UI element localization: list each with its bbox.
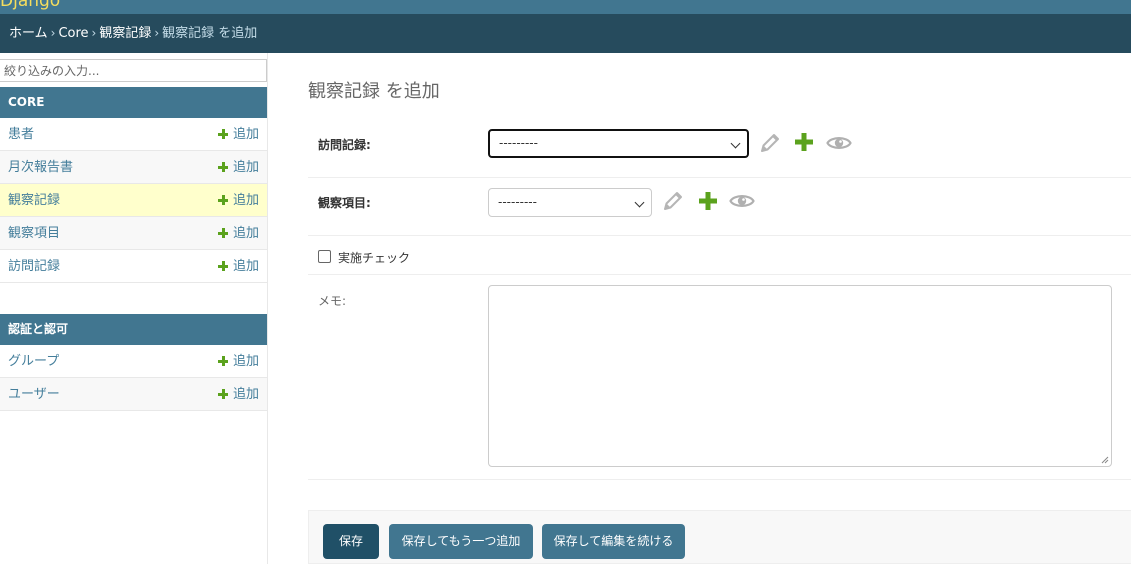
add-link[interactable]: 追加: [217, 184, 259, 217]
nav-filter-input[interactable]: [0, 59, 267, 82]
eye-icon[interactable]: [826, 131, 852, 155]
observation-item-select[interactable]: ---------: [488, 188, 652, 217]
add-link-label: 追加: [232, 160, 259, 175]
model-link[interactable]: グループ: [8, 345, 59, 378]
model-link[interactable]: ユーザー: [8, 378, 60, 411]
plus-icon: [217, 260, 228, 271]
plus-icon: [217, 227, 228, 238]
form-row-visit-record: 訪問記録: ---------: [308, 119, 1131, 178]
breadcrumb-separator: ›: [91, 26, 97, 40]
add-link-label: 追加: [232, 387, 259, 402]
breadcrumb-current: 観察記録 を追加: [162, 26, 258, 41]
chevron-down-icon: [634, 197, 645, 208]
sidebar-item-patient: 患者 追加: [0, 118, 267, 151]
breadcrumb-separator: ›: [154, 26, 160, 40]
add-link-label: 追加: [232, 259, 259, 274]
visit-record-select[interactable]: ---------: [488, 129, 749, 158]
save-and-add-another-button[interactable]: 保存してもう一つ追加: [389, 524, 533, 559]
add-link-label: 追加: [232, 226, 259, 241]
add-link[interactable]: 追加: [217, 345, 259, 378]
module-caption-auth[interactable]: 認証と認可: [0, 314, 267, 345]
model-link[interactable]: 患者: [8, 118, 34, 151]
form-row-implemented: 実施チェック: [308, 236, 1131, 275]
module-caption-core[interactable]: CORE: [0, 87, 267, 118]
memo-textarea[interactable]: [488, 285, 1112, 467]
plus-icon: [217, 388, 228, 399]
page-title: 観察記録 を追加: [308, 81, 440, 102]
memo-label: メモ:: [318, 294, 347, 308]
observation-item-selected-value: ---------: [498, 195, 537, 209]
save-button[interactable]: 保存: [323, 524, 379, 559]
sidebar-item-observation-item: 観察項目 追加: [0, 217, 267, 250]
breadcrumb: ホーム › Core › 観察記録 › 観察記録 を追加: [0, 14, 1131, 53]
save-and-continue-button[interactable]: 保存して編集を続ける: [542, 524, 685, 559]
plus-icon[interactable]: [696, 189, 720, 213]
observation-item-label: 観察項目:: [318, 196, 371, 210]
implemented-label[interactable]: 実施チェック: [338, 249, 410, 266]
sidebar-item-groups: グループ 追加: [0, 345, 267, 378]
form-row-observation-item: 観察項目: ---------: [308, 178, 1131, 236]
add-link-label: 追加: [232, 127, 259, 142]
model-link[interactable]: 月次報告書: [8, 151, 73, 184]
implemented-checkbox[interactable]: [318, 250, 331, 263]
main-content: 観察記録 を追加 訪問記録: --------- 観察項目: ---------: [268, 53, 1131, 564]
add-link-label: 追加: [232, 193, 259, 208]
submit-row: 保存 保存してもう一つ追加 保存して編集を続ける: [308, 510, 1131, 564]
breadcrumb-separator: ›: [50, 26, 56, 40]
add-link[interactable]: 追加: [217, 217, 259, 250]
visit-record-label: 訪問記録:: [318, 138, 371, 152]
plus-icon: [217, 355, 228, 366]
site-brand[interactable]: Django: [0, 0, 60, 11]
resize-grip-icon[interactable]: [1101, 456, 1109, 464]
model-link[interactable]: 観察項目: [8, 217, 60, 250]
model-link[interactable]: 観察記録: [8, 184, 60, 217]
plus-icon[interactable]: [792, 130, 816, 154]
add-link[interactable]: 追加: [217, 250, 259, 283]
chevron-down-icon: [730, 138, 741, 149]
nav-sidebar: CORE 患者 追加 月次報告書 追加 観察記録 追加 観察項目 追加 訪問記録…: [0, 53, 268, 564]
breadcrumb-home[interactable]: ホーム: [9, 26, 48, 41]
sidebar-item-observation-record: 観察記録 追加: [0, 184, 267, 217]
pencil-icon[interactable]: [661, 189, 685, 213]
add-link[interactable]: 追加: [217, 118, 259, 151]
add-link[interactable]: 追加: [217, 151, 259, 184]
plus-icon: [217, 161, 228, 172]
add-link-label: 追加: [232, 354, 259, 369]
sidebar-item-visit-record: 訪問記録 追加: [0, 250, 267, 283]
form-row-memo: メモ:: [308, 275, 1131, 480]
plus-icon: [217, 194, 228, 205]
breadcrumb-app[interactable]: Core: [58, 26, 88, 41]
visit-record-selected-value: ---------: [499, 136, 538, 150]
model-link[interactable]: 訪問記録: [8, 250, 60, 283]
site-header: Django: [0, 0, 1131, 14]
plus-icon: [217, 128, 228, 139]
pencil-icon[interactable]: [758, 131, 782, 155]
add-link[interactable]: 追加: [217, 378, 259, 411]
sidebar-item-monthly-report: 月次報告書 追加: [0, 151, 267, 184]
eye-icon[interactable]: [729, 189, 755, 213]
breadcrumb-model[interactable]: 観察記録: [99, 26, 151, 41]
sidebar-item-users: ユーザー 追加: [0, 378, 267, 411]
